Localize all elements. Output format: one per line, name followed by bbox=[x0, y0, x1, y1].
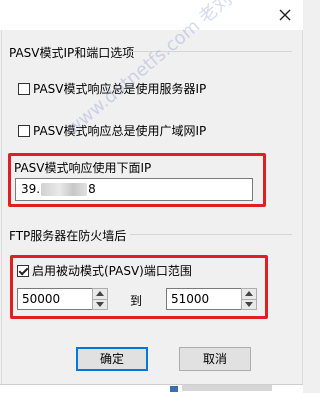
cancel-button[interactable]: 取消 bbox=[179, 347, 251, 371]
checkbox-box[interactable] bbox=[18, 124, 30, 137]
port-from-spin-buttons[interactable] bbox=[92, 288, 108, 310]
enable-port-range-checkbox[interactable]: 启用被动模式(PASV)端口范围 bbox=[17, 262, 192, 279]
port-to-spinner[interactable]: 51000 bbox=[166, 288, 258, 310]
title-bar bbox=[0, 0, 303, 30]
close-icon[interactable] bbox=[277, 7, 293, 23]
port-from-input[interactable]: 50000 bbox=[17, 288, 93, 310]
ok-button[interactable]: 确定 bbox=[76, 347, 148, 371]
always-wan-ip-label: PASV模式响应总是使用广域网IP bbox=[33, 124, 207, 138]
port-to-input[interactable]: 51000 bbox=[166, 288, 242, 310]
spin-up-button[interactable] bbox=[242, 289, 256, 300]
always-wan-ip-checkbox[interactable]: PASV模式响应总是使用广域网IP bbox=[18, 122, 206, 139]
spin-down-button[interactable] bbox=[93, 300, 107, 310]
folder-icon bbox=[170, 386, 178, 392]
port-to-spin-buttons[interactable] bbox=[241, 288, 257, 310]
enable-port-range-label: 启用被动模式(PASV)端口范围 bbox=[32, 264, 192, 278]
group-divider bbox=[130, 234, 292, 235]
background-text bbox=[182, 385, 272, 391]
spin-down-button[interactable] bbox=[242, 300, 256, 310]
arrow-down-icon bbox=[96, 302, 104, 307]
arrow-down-icon bbox=[245, 302, 253, 307]
arrow-up-icon bbox=[96, 291, 104, 296]
pasv-group-title: PASV模式IP和端口选项 bbox=[9, 46, 135, 60]
port-from-spinner[interactable]: 50000 bbox=[17, 288, 109, 310]
highlight-box-ip bbox=[8, 153, 266, 207]
arrow-up-icon bbox=[245, 291, 253, 296]
spin-up-button[interactable] bbox=[93, 289, 107, 300]
to-label: 到 bbox=[130, 294, 143, 308]
checkbox-box[interactable] bbox=[18, 82, 30, 95]
checkbox-checked[interactable] bbox=[17, 264, 29, 277]
firewall-group-title: FTP服务器在防火墙后 bbox=[9, 229, 127, 243]
